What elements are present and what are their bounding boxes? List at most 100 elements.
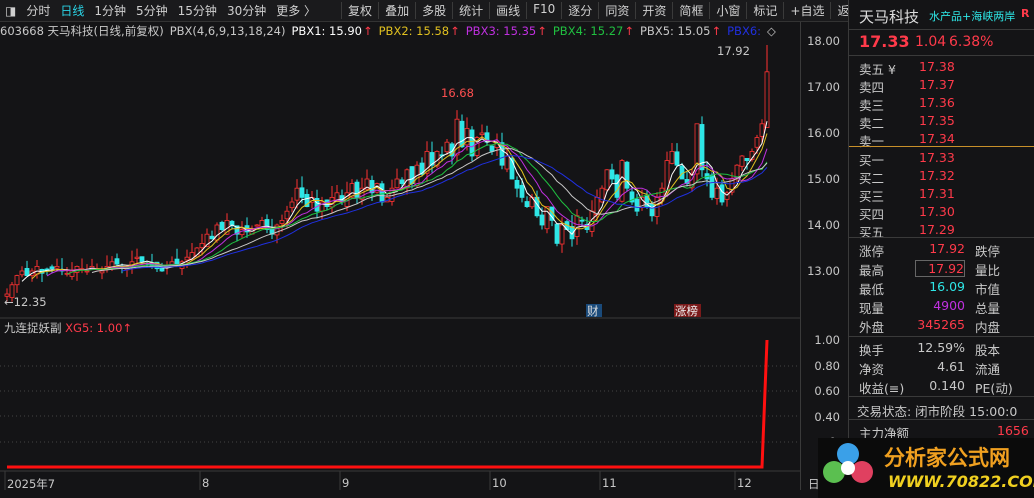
price-tick: 14.00 xyxy=(807,218,840,232)
candle xyxy=(764,71,770,128)
candle xyxy=(554,223,560,244)
candle xyxy=(579,219,585,222)
candle xyxy=(114,258,120,265)
candle xyxy=(479,132,485,135)
candle xyxy=(19,270,25,276)
quote-name: 天马科技 xyxy=(859,8,920,26)
candle xyxy=(409,166,415,185)
candle xyxy=(254,224,260,227)
candle xyxy=(139,256,145,263)
low-label: ←12.35 xyxy=(4,295,47,309)
indicator-tick: 0.40 xyxy=(814,409,840,424)
orderbook-label: 买一 xyxy=(859,153,885,168)
main-net-value: 1656 xyxy=(997,423,1029,438)
stat-label: 最低 xyxy=(859,282,885,297)
candle xyxy=(669,150,675,164)
fin-label-right: 股本 xyxy=(975,343,1001,358)
stat-label: 外盘 xyxy=(859,320,885,335)
candle xyxy=(199,242,205,249)
orderbook-price: 17.32 xyxy=(919,168,955,183)
limit-up-badge-label: 涨榜 xyxy=(675,304,698,318)
orderbook-price: 17.37 xyxy=(919,77,955,92)
candle xyxy=(379,183,385,203)
candle xyxy=(559,224,565,245)
stat-value: 16.09 xyxy=(929,279,965,294)
orderbook-price: 17.30 xyxy=(919,204,955,219)
candle xyxy=(229,220,235,226)
indicator-title[interactable]: 九连捉妖副 xyxy=(4,321,62,335)
orderbook-label: 买三 xyxy=(859,189,885,204)
candle xyxy=(634,198,640,212)
candle xyxy=(299,187,305,198)
stat-label-right: 内盘 xyxy=(975,320,1001,335)
orderbook-price: 17.33 xyxy=(919,150,955,165)
x-axis-label: 2025年7 xyxy=(7,477,56,491)
fin-label: 净资 xyxy=(859,362,885,377)
kline-chart[interactable]: 16.68 17.92 ←12.35 财 涨榜 xyxy=(0,0,800,498)
candle xyxy=(279,219,285,224)
candle xyxy=(209,235,215,240)
candle xyxy=(34,265,40,275)
candle xyxy=(674,151,680,166)
candle xyxy=(719,184,725,203)
orderbook-label: 卖五 ¥ xyxy=(859,62,896,77)
orderbook-label: 卖二 xyxy=(859,116,885,131)
candle xyxy=(289,201,295,209)
fin-value: 12.59% xyxy=(917,340,965,355)
stat-label: 现量 xyxy=(859,301,885,316)
fin-value: 4.61 xyxy=(937,359,965,374)
fin-label: 收益(≡) xyxy=(859,381,905,396)
price-tick: 13.00 xyxy=(807,264,840,278)
candle xyxy=(519,184,525,198)
price-tick: 18.00 xyxy=(807,34,840,48)
orderbook-label: 卖三 xyxy=(859,98,885,113)
price-change: 1.04 xyxy=(915,34,947,50)
orderbook-price: 17.35 xyxy=(919,113,955,128)
orderbook-label: 买四 xyxy=(859,207,885,222)
candle xyxy=(754,137,760,148)
candle xyxy=(159,267,165,272)
candle xyxy=(514,179,520,189)
x-axis-label: 12 xyxy=(737,476,752,490)
candle xyxy=(574,215,580,237)
candle xyxy=(84,270,90,273)
stat-label-right: 市值 xyxy=(975,282,1001,297)
candle xyxy=(394,178,400,189)
xg5-line xyxy=(7,339,769,469)
candle xyxy=(739,155,745,167)
candle xyxy=(404,169,410,189)
fin-label: 换手 xyxy=(859,343,885,358)
candle xyxy=(214,224,220,241)
orderbook-price: 17.34 xyxy=(919,131,955,146)
stat-label-right: 量比 xyxy=(975,263,1001,278)
candle xyxy=(609,169,615,180)
candle xyxy=(504,155,510,170)
candle xyxy=(489,145,495,152)
orderbook-price: 17.38 xyxy=(919,59,955,74)
stat-value: 345265 xyxy=(917,317,965,332)
x-axis-label: 8 xyxy=(202,476,210,490)
candle xyxy=(329,196,335,208)
candle xyxy=(184,256,190,261)
fin-label-right: 流通 xyxy=(975,362,1001,377)
candle xyxy=(444,141,450,153)
orderbook-label: 卖一 xyxy=(859,134,885,149)
quote-panel: 天马科技 水产品+海峡两岸 R 17.33 1.04 6.38% 卖五 ¥ 17.… xyxy=(848,0,1034,498)
indicator-tick: 0.60 xyxy=(814,384,840,398)
indicator-tick: 0.80 xyxy=(814,358,840,373)
stat-label-right: 总量 xyxy=(975,301,1001,316)
candle xyxy=(539,214,545,226)
concept-tag[interactable]: 水产品+海峡两岸 xyxy=(929,8,1015,24)
candle xyxy=(134,256,140,259)
fin-label-right: PE(动) xyxy=(975,381,1013,396)
orderbook-price: 17.31 xyxy=(919,186,955,201)
r-badge: R xyxy=(1021,7,1030,20)
x-axis-label: 9 xyxy=(342,476,350,490)
candle xyxy=(759,123,765,137)
x-axis-label: 11 xyxy=(602,476,617,490)
candle xyxy=(734,164,740,179)
orderbook-label: 卖四 xyxy=(859,80,885,95)
candle xyxy=(54,265,60,269)
trade-status: 交易状态: 闭市阶段 15:00:0 xyxy=(857,404,1018,419)
candle xyxy=(649,203,655,217)
